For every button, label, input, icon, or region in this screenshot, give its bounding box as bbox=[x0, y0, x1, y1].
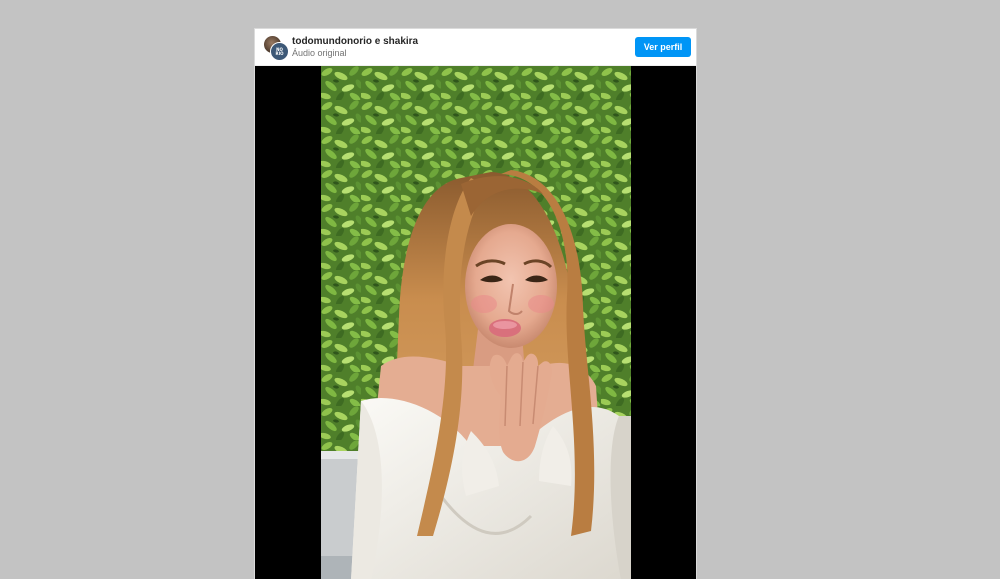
avatar-todomundonorio[interactable]: NO RIO bbox=[270, 42, 289, 61]
audio-label[interactable]: Áudio original bbox=[292, 48, 418, 59]
post-header: NO RIO todomundonorio e shakira Áudio or… bbox=[255, 29, 696, 66]
avatar-badge-text: NO RIO bbox=[275, 46, 284, 56]
collab-avatars[interactable]: NO RIO bbox=[263, 35, 289, 61]
video-frame[interactable] bbox=[321, 66, 631, 579]
video-still bbox=[321, 66, 631, 579]
instagram-embed: NO RIO todomundonorio e shakira Áudio or… bbox=[254, 28, 697, 579]
username-link[interactable]: todomundonorio e shakira bbox=[292, 36, 418, 48]
video-player[interactable] bbox=[255, 66, 696, 579]
user-info: todomundonorio e shakira Áudio original bbox=[292, 36, 418, 59]
view-profile-button[interactable]: Ver perfil bbox=[635, 37, 691, 57]
